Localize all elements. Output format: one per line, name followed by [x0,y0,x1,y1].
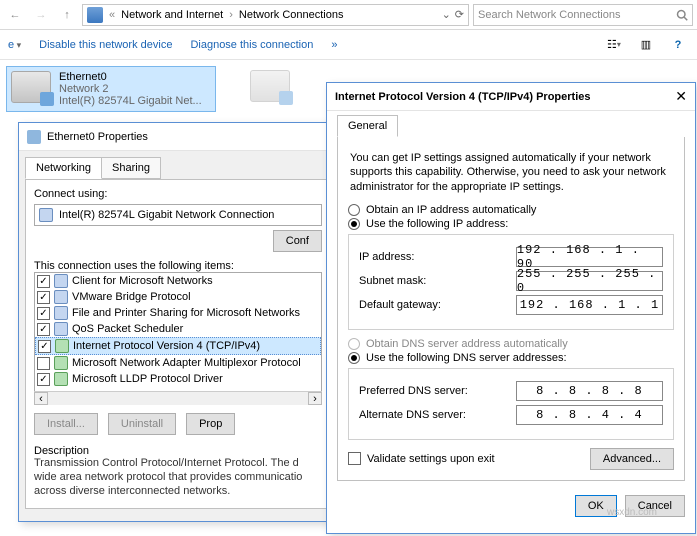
radio-obtain-dns-auto: Obtain DNS server address automatically [348,338,674,350]
nav-up[interactable]: ↑ [56,4,78,26]
help-icon[interactable]: ? [665,34,691,56]
tab-networking[interactable]: Networking [25,157,102,179]
watermark: wsxdn.com [607,507,657,518]
refresh-icon[interactable]: ⟳ [455,8,464,21]
component-label: Microsoft Network Adapter Multiplexor Pr… [72,357,301,369]
connection-item-ethernet0[interactable]: Ethernet0 Network 2 Intel(R) 82574L Giga… [6,66,216,112]
description-text: Transmission Control Protocol/Internet P… [34,457,322,498]
organize-menu[interactable]: e [6,35,23,55]
ip-address-label: IP address: [359,251,516,263]
configure-button[interactable]: Conf [273,230,322,252]
component-label: Internet Protocol Version 4 (TCP/IPv4) [73,340,260,352]
ipv4-properties-dialog: Internet Protocol Version 4 (TCP/IPv4) P… [326,82,696,534]
component-label: Microsoft LLDP Protocol Driver [72,373,223,385]
tab-general[interactable]: General [337,115,398,137]
preferred-dns-label: Preferred DNS server: [359,385,516,397]
search-icon [676,9,688,21]
component-item[interactable]: Microsoft Network Adapter Multiplexor Pr… [35,355,321,371]
validate-label: Validate settings upon exit [367,453,495,465]
tab-sharing[interactable]: Sharing [101,157,161,179]
connection-name: Ethernet0 [59,71,202,83]
radio-obtain-ip-auto[interactable]: Obtain an IP address automatically [348,204,674,216]
component-checkbox[interactable]: ✓ [37,323,50,336]
radio-use-following-dns[interactable]: Use the following DNS server addresses: [348,352,674,364]
view-options-icon[interactable]: ☷ ▾ [601,34,627,56]
items-label: This connection uses the following items… [34,260,322,272]
component-label: File and Printer Sharing for Microsoft N… [72,307,300,319]
component-icon [54,274,68,288]
chevron-icon: › [229,9,233,21]
component-checkbox[interactable]: ✓ [37,275,50,288]
component-icon [55,339,69,353]
component-item[interactable]: ✓ Microsoft LLDP Protocol Driver [35,371,321,387]
component-item[interactable]: ✓ File and Printer Sharing for Microsoft … [35,305,321,321]
chevron-icon: « [109,9,115,21]
nav-fwd[interactable]: → [30,4,52,26]
connect-using-label: Connect using: [34,188,322,200]
preview-pane-icon[interactable]: ▥ [633,34,659,56]
adapter-field: Intel(R) 82574L Gigabit Network Connecti… [34,204,322,226]
validate-checkbox[interactable] [348,452,361,465]
location-icon [87,7,103,23]
component-icon [54,290,68,304]
help-text: You can get IP settings assigned automat… [350,151,672,194]
component-icon [54,372,68,386]
component-label: QoS Packet Scheduler [72,323,183,335]
preferred-dns-input[interactable]: 8 . 8 . 8 . 8 [516,381,663,401]
default-gateway-input[interactable]: 192 . 168 . 1 . 1 [516,295,663,315]
scroll-right-icon[interactable]: › [308,392,322,405]
component-item[interactable]: ✓ QoS Packet Scheduler [35,321,321,337]
uninstall-button[interactable]: Uninstall [108,413,176,435]
component-icon [54,322,68,336]
component-icon [54,356,68,370]
alternate-dns-label: Alternate DNS server: [359,409,516,421]
components-listbox[interactable]: ✓ Client for Microsoft Networks ✓ VMware Br… [34,272,322,392]
component-label: Client for Microsoft Networks [72,275,213,287]
component-checkbox[interactable]: ✓ [37,307,50,320]
close-icon[interactable]: ✕ [675,88,687,105]
component-label: VMware Bridge Protocol [72,291,191,303]
component-checkbox[interactable]: ✓ [38,340,51,353]
nic-small-icon [27,130,41,144]
alternate-dns-input[interactable]: 8 . 8 . 4 . 4 [516,405,663,425]
component-icon [54,306,68,320]
connection-network: Network 2 [59,83,202,95]
search-input[interactable]: Search Network Connections [473,4,693,26]
diagnose-button[interactable]: Diagnose this connection [188,35,315,55]
default-gateway-label: Default gateway: [359,299,516,311]
breadcrumb-drop-icon[interactable]: ⌄ [442,8,451,21]
connection-adapter: Intel(R) 82574L Gigabit Net... [59,95,202,107]
horizontal-scrollbar[interactable]: ‹ › [34,391,322,405]
nic-icon [11,71,51,103]
scroll-left-icon[interactable]: ‹ [34,392,48,405]
dialog-title: Ethernet0 Properties [47,131,148,143]
disable-device-button[interactable]: Disable this network device [37,35,174,55]
breadcrumb-seg[interactable]: Network Connections [239,9,344,21]
breadcrumb-seg[interactable]: Network and Internet [121,9,223,21]
adapter-icon [39,208,53,222]
component-item[interactable]: ✓ VMware Bridge Protocol [35,289,321,305]
component-item[interactable]: ✓ Client for Microsoft Networks [35,273,321,289]
dialog-title: Internet Protocol Version 4 (TCP/IPv4) P… [335,91,591,103]
nic-icon [250,70,290,102]
breadcrumb[interactable]: « Network and Internet › Network Connect… [82,4,469,26]
ip-address-input[interactable]: 192 . 168 . 1 . 90 [516,247,663,267]
component-checkbox[interactable] [37,357,50,370]
description-label: Description [34,445,322,457]
component-checkbox[interactable]: ✓ [37,291,50,304]
radio-use-following-ip[interactable]: Use the following IP address: [348,218,674,230]
component-item[interactable]: ✓ Internet Protocol Version 4 (TCP/IPv4) [35,337,321,355]
search-placeholder: Search Network Connections [478,9,620,21]
advanced-button[interactable]: Advanced... [590,448,674,470]
subnet-mask-input[interactable]: 255 . 255 . 255 . 0 [516,271,663,291]
adapter-properties-dialog: Ethernet0 Properties Networking Sharing … [18,122,338,522]
subnet-mask-label: Subnet mask: [359,275,516,287]
install-button[interactable]: Install... [34,413,98,435]
component-checkbox[interactable]: ✓ [37,373,50,386]
toolbar-overflow[interactable]: » [329,35,339,55]
component-properties-button[interactable]: Prop [186,413,235,435]
nav-back[interactable]: ← [4,4,26,26]
